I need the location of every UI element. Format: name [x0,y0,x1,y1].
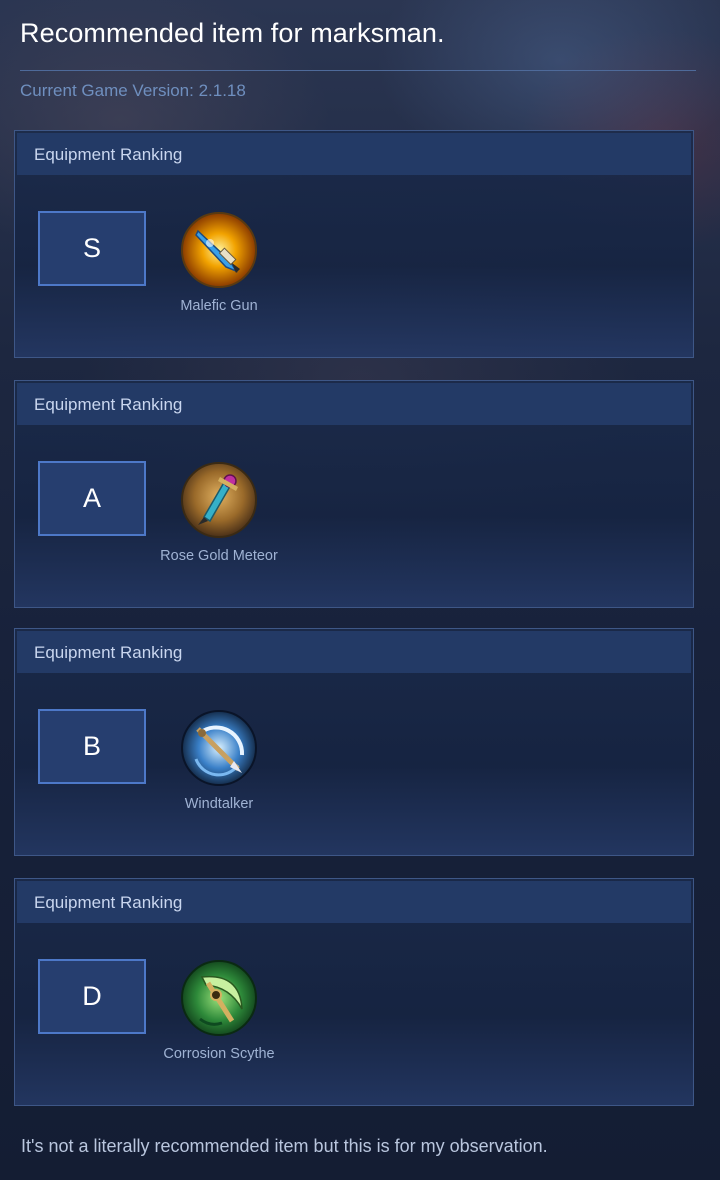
card-header-label: Equipment Ranking [34,893,183,912]
item-name: Corrosion Scythe [163,1046,275,1062]
item-name: Rose Gold Meteor [160,548,278,564]
title-divider [20,70,696,71]
card-header: Equipment Ranking [17,881,691,923]
item-name: Windtalker [184,796,254,812]
ranking-card-d: Equipment Ranking D Corrosion Scythe [14,878,694,1106]
ranking-card-a: Equipment Ranking A Rose Gold Meteor [14,380,694,608]
card-header-label: Equipment Ranking [34,643,183,662]
card-header-label: Equipment Ranking [34,145,183,164]
card-header: Equipment Ranking [17,383,691,425]
ranking-card-s: Equipment Ranking S Malefic Gun [14,130,694,358]
windtalker-icon[interactable] [180,709,258,787]
malefic-gun-icon[interactable] [180,211,258,289]
rank-badge: A [38,461,146,536]
card-header-label: Equipment Ranking [34,395,183,414]
rank-badge: D [38,959,146,1034]
rank-badge: B [38,709,146,784]
rose-gold-meteor-icon[interactable] [180,461,258,539]
ranking-card-b: Equipment Ranking B Windtalker [14,628,694,856]
item-name: Malefic Gun [180,298,258,314]
corrosion-scythe-icon[interactable] [180,959,258,1037]
rank-letter: D [82,981,102,1011]
footer-note: It's not a literally recommended item bu… [21,1136,548,1156]
rank-letter: B [82,731,101,761]
card-header: Equipment Ranking [17,631,691,673]
card-header: Equipment Ranking [17,133,691,175]
rank-letter: S [82,233,101,263]
page-title: Recommended item for marksman. [20,18,445,48]
rank-letter: A [82,483,101,513]
rank-badge: S [38,211,146,286]
game-version-label: Current Game Version: 2.1.18 [20,81,246,100]
